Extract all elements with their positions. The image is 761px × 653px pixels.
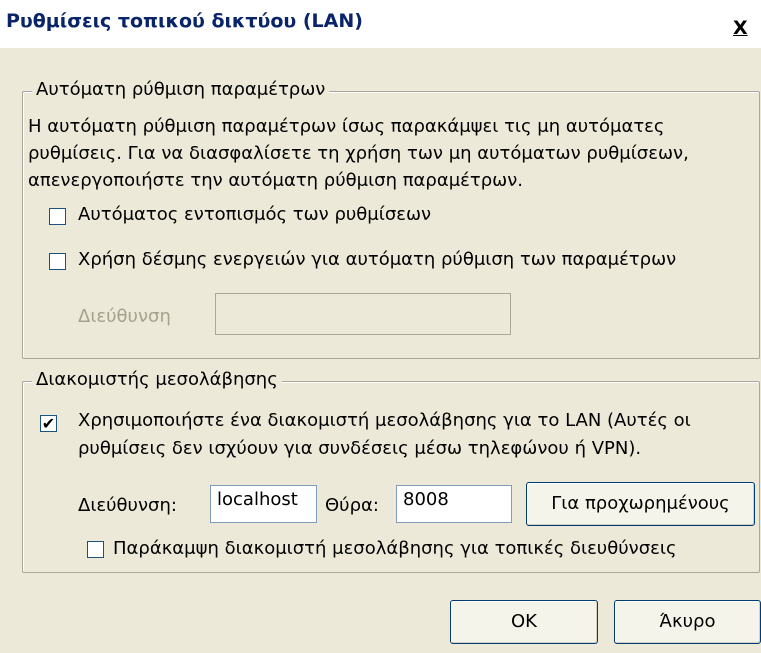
- dialog-body: Αυτόματη ρύθμιση παραμέτρων Η αυτόματη ρ…: [0, 48, 761, 653]
- proxy-port-input[interactable]: 8008: [396, 485, 512, 523]
- window-title: Ρυθμίσεις τοπικού δικτύου (LAN): [6, 10, 363, 32]
- auto-config-description-line-1: Η αυτόματη ρύθμιση παραμέτρων ίσως παρακ…: [28, 116, 665, 137]
- auto-script-checkbox[interactable]: [49, 253, 66, 270]
- auto-config-group-label: Αυτόματη ρύθμιση παραμέτρων: [32, 79, 330, 100]
- title-bar: Ρυθμίσεις τοπικού δικτύου (LAN) X: [0, 0, 761, 48]
- auto-config-description-line-3: απενεργοποιήστε την αυτόματη ρύθμιση παρ…: [28, 170, 524, 191]
- auto-address-input[interactable]: [215, 293, 511, 335]
- auto-detect-checkbox[interactable]: [49, 208, 66, 225]
- use-proxy-label-line-1[interactable]: Χρησιμοποιήστε ένα διακομιστή μεσολάβηση…: [78, 410, 691, 431]
- use-proxy-checkbox[interactable]: ✔: [40, 415, 57, 432]
- auto-detect-label[interactable]: Αυτόματος εντοπισμός των ρυθμίσεων: [78, 204, 431, 225]
- ok-button[interactable]: OK: [450, 600, 598, 644]
- auto-script-label[interactable]: Χρήση δέσμης ενεργειών για αυτόματη ρύθμ…: [78, 249, 676, 270]
- bypass-local-checkbox[interactable]: [87, 541, 104, 558]
- use-proxy-label-line-2[interactable]: ρυθμίσεις δεν ισχύουν για συνδέσεις μέσω…: [78, 438, 641, 459]
- auto-address-label: Διεύθυνση: [78, 306, 171, 327]
- proxy-address-input[interactable]: localhost: [210, 485, 317, 523]
- proxy-port-label: Θύρα:: [325, 495, 379, 516]
- check-mark-icon: ✔: [41, 414, 56, 433]
- cancel-button[interactable]: Άκυρο: [614, 600, 761, 644]
- proxy-group-label: Διακομιστής μεσολάβησης: [32, 369, 282, 390]
- close-button[interactable]: X: [733, 14, 761, 42]
- bypass-local-label[interactable]: Παράκαμψη διακομιστή μεσολάβησης για τοπ…: [113, 538, 677, 559]
- auto-config-description-line-2: ρυθμίσεις. Για να διασφαλίσετε τη χρήση …: [28, 143, 689, 164]
- advanced-button[interactable]: Για προχωρημένους: [526, 482, 755, 526]
- proxy-address-label: Διεύθυνση:: [78, 495, 177, 516]
